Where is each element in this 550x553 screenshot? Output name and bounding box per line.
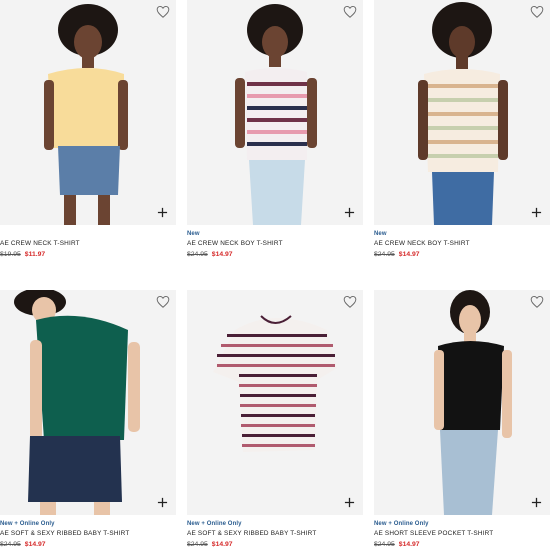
product-image[interactable] <box>187 290 363 515</box>
plus-icon[interactable] <box>531 497 542 508</box>
product-image[interactable] <box>374 0 550 225</box>
product-name[interactable]: AE SOFT & SEXY RIBBED BABY T-SHIRT <box>187 530 363 538</box>
product-name[interactable]: AE CREW NECK T-SHIRT <box>0 240 176 248</box>
plus-icon[interactable] <box>157 497 168 508</box>
product-price: $24.95 $14.97 <box>0 540 176 549</box>
product-card[interactable]: New + Online Only AE SHORT SLEEVE POCKET… <box>374 290 550 549</box>
heart-outline-icon[interactable] <box>156 295 170 309</box>
product-price: $19.95 $11.97 <box>0 250 176 259</box>
original-price: $24.95 <box>0 541 21 548</box>
product-card[interactable]: New AE CREW NECK BOY T-SHIRT $24.95 $14.9… <box>374 0 550 259</box>
original-price: $19.95 <box>0 251 21 258</box>
product-image[interactable] <box>187 0 363 225</box>
product-name[interactable]: AE CREW NECK BOY T-SHIRT <box>187 240 363 248</box>
product-card[interactable]: New + Online Only AE SOFT & SEXY RIBBED … <box>187 290 363 549</box>
product-photo-illustration <box>418 2 508 225</box>
sale-price: $14.97 <box>24 541 46 548</box>
product-badge: New + Online Only <box>374 521 429 527</box>
product-badge: New + Online Only <box>187 521 242 527</box>
product-badge: New + Online Only <box>0 521 55 527</box>
original-price: $24.95 <box>187 251 208 258</box>
original-price: $24.95 <box>374 541 395 548</box>
product-card[interactable]: AE CREW NECK T-SHIRT $19.95 $11.97 <box>0 0 176 259</box>
product-card[interactable]: New AE CREW NECK BOY T-SHIRT $24.95 $14.9… <box>187 0 363 259</box>
heart-outline-icon[interactable] <box>156 5 170 19</box>
product-name[interactable]: AE CREW NECK BOY T-SHIRT <box>374 240 550 248</box>
original-price: $24.95 <box>187 541 208 548</box>
sale-price: $11.97 <box>24 251 46 258</box>
product-image[interactable] <box>0 0 176 225</box>
product-badge <box>0 230 176 238</box>
heart-outline-icon[interactable] <box>530 5 544 19</box>
product-name[interactable]: AE SOFT & SEXY RIBBED BABY T-SHIRT <box>0 530 176 538</box>
heart-outline-icon[interactable] <box>343 295 357 309</box>
sale-price: $14.97 <box>398 251 420 258</box>
product-image[interactable] <box>0 290 176 515</box>
product-badge: New <box>187 231 200 237</box>
product-photo-illustration <box>44 4 128 225</box>
product-price: $24.95 $14.97 <box>187 540 363 549</box>
sale-price: $14.97 <box>211 541 233 548</box>
product-photo-illustration <box>434 290 512 515</box>
product-image[interactable] <box>374 290 550 515</box>
plus-icon[interactable] <box>157 207 168 218</box>
product-badge: New <box>374 231 387 237</box>
plus-icon[interactable] <box>344 497 355 508</box>
product-price: $24.95 $14.97 <box>374 250 550 259</box>
product-name[interactable]: AE SHORT SLEEVE POCKET T-SHIRT <box>374 530 550 538</box>
heart-outline-icon[interactable] <box>343 5 357 19</box>
product-price: $24.95 $14.97 <box>187 250 363 259</box>
product-price: $24.95 $14.97 <box>374 540 550 549</box>
heart-outline-icon[interactable] <box>530 295 544 309</box>
product-photo-illustration <box>235 4 317 225</box>
sale-price: $14.97 <box>211 251 233 258</box>
product-photo-illustration <box>14 290 140 515</box>
plus-icon[interactable] <box>344 207 355 218</box>
plus-icon[interactable] <box>531 207 542 218</box>
original-price: $24.95 <box>374 251 395 258</box>
product-photo-illustration <box>213 315 337 452</box>
sale-price: $14.97 <box>398 541 420 548</box>
product-card[interactable]: New + Online Only AE SOFT & SEXY RIBBED … <box>0 290 176 549</box>
